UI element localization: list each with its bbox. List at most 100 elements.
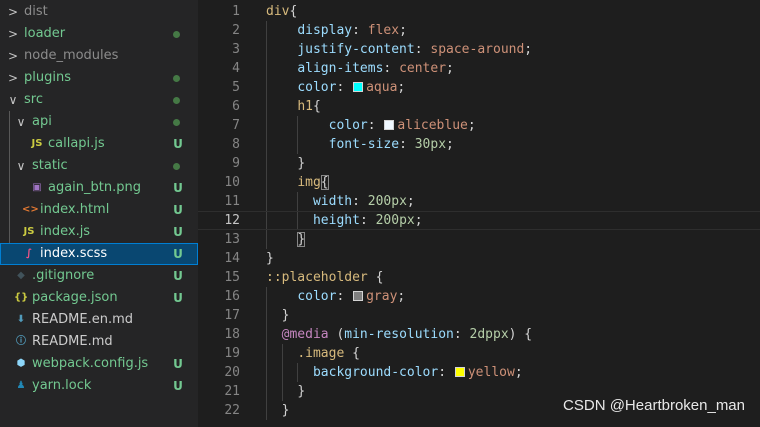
chevron-right-icon[interactable]: > [8, 1, 18, 23]
file-index-js[interactable]: JS index.js U [0, 221, 198, 243]
file--gitignore[interactable]: ◆ .gitignore U [0, 265, 198, 287]
git-untracked-badge: U [173, 225, 183, 239]
git-untracked-badge: U [173, 291, 183, 305]
code-token: ; [399, 23, 407, 38]
code-token: .image [297, 346, 345, 361]
code-token: center [399, 61, 447, 76]
file-again-btn-png[interactable]: ▣ again_btn.png U [0, 177, 198, 199]
code-token: @media [281, 327, 329, 342]
code-token: h1 [297, 99, 313, 114]
tree-item-label: index.js [40, 224, 91, 239]
code-line[interactable]: 16 color: gray; [198, 287, 760, 306]
code-token: ; [397, 289, 406, 304]
code-token: } [281, 403, 290, 418]
file-yarn-lock[interactable]: ♟ yarn.lock U [0, 375, 198, 397]
code-line[interactable]: 20 background-color: yellow; [198, 363, 760, 382]
code-line[interactable]: 1 div{ [198, 2, 760, 21]
file-webpack-config-js[interactable]: ⬢ webpack.config.js U [0, 353, 198, 375]
chevron-right-icon[interactable]: > [8, 23, 18, 45]
git-file-icon: ◆ [17, 270, 25, 281]
git-untracked-badge: U [173, 269, 183, 283]
code-text: img{ [266, 173, 329, 192]
webpack-file-icon: ⬢ [16, 358, 26, 369]
code-line[interactable]: 17 } [198, 306, 760, 325]
code-line[interactable]: 3 justify-content: space-around; [198, 40, 760, 59]
folder-api[interactable]: ∨ api [0, 111, 198, 133]
code-line[interactable]: 11 width: 200px; [198, 192, 760, 211]
git-untracked-badge: U [173, 247, 183, 261]
file-callapi-js[interactable]: JS callapi.js U [0, 133, 198, 155]
code-token: 2dppx [469, 327, 509, 342]
line-number: 15 [224, 270, 240, 285]
code-line[interactable]: 2 display: flex; [198, 21, 760, 40]
code-line[interactable]: 15::placeholder { [198, 268, 760, 287]
folder-dist[interactable]: > dist [0, 1, 198, 23]
chevron-right-icon[interactable]: > [8, 45, 18, 67]
code-token: { [344, 346, 360, 361]
chevron-down-icon[interactable]: ∨ [16, 155, 26, 177]
code-token: ; [406, 194, 415, 209]
code-line[interactable]: 19 .image { [198, 344, 760, 363]
code-line[interactable]: 18 @media (min-resolution: 2dppx) { [198, 325, 760, 344]
code-token: ; [467, 118, 476, 133]
chevron-right-icon[interactable]: > [8, 67, 18, 89]
code-line[interactable]: 14} [198, 249, 760, 268]
line-number: 6 [232, 99, 240, 114]
code-text: justify-content: space-around; [266, 40, 532, 59]
file-readme-en-md[interactable]: ⬇ README.en.md [0, 309, 198, 331]
code-token: color [297, 80, 337, 95]
javascript-file-icon: JS [23, 226, 35, 237]
line-number: 16 [224, 289, 240, 304]
code-line[interactable]: 8 font-size: 30px; [198, 135, 760, 154]
code-line[interactable]: 7 color: aliceblue; [198, 116, 760, 135]
tree-item-label: README.md [32, 334, 113, 349]
folder-src[interactable]: ∨ src [0, 89, 198, 111]
code-editor[interactable]: 1 div{2 display: flex; 3 justify-content: … [198, 0, 760, 427]
code-line[interactable]: 9 } [198, 154, 760, 173]
tree-item-label: package.json [32, 290, 118, 305]
code-line[interactable]: 13 } [198, 230, 760, 249]
code-token: : [399, 137, 415, 152]
line-number: 5 [232, 80, 240, 95]
code-token: } [266, 251, 274, 266]
line-number: 4 [232, 61, 240, 76]
color-swatch-icon[interactable] [353, 82, 364, 92]
line-number: 1 [232, 4, 240, 19]
code-text: } [266, 306, 290, 325]
line-number: 13 [224, 232, 240, 247]
tree-item-label: .gitignore [32, 268, 95, 283]
code-line[interactable]: 6 h1{ [198, 97, 760, 116]
code-line[interactable]: 5 color: aqua; [198, 78, 760, 97]
code-line[interactable]: 4 align-items: center; [198, 59, 760, 78]
folder-static[interactable]: ∨ static [0, 155, 198, 177]
file-index-scss[interactable]: ∫ index.scss U [0, 243, 198, 265]
file-index-html[interactable]: <> index.html U [0, 199, 198, 221]
chevron-down-icon[interactable]: ∨ [16, 111, 26, 133]
chevron-down-icon[interactable]: ∨ [8, 89, 18, 111]
code-line[interactable]: 12 height: 200px; [198, 211, 760, 230]
color-swatch-icon[interactable] [384, 120, 395, 130]
code-line[interactable]: 10 img{ [198, 173, 760, 192]
code-text: .image { [266, 344, 360, 363]
color-swatch-icon[interactable] [454, 367, 465, 377]
file-package-json[interactable]: {} package.json U [0, 287, 198, 309]
code-token: flex [367, 23, 400, 38]
code-token: } [297, 156, 306, 171]
line-number: 21 [224, 384, 240, 399]
folder-plugins[interactable]: > plugins [0, 67, 198, 89]
code-token: ) { [508, 327, 533, 342]
folder-loader[interactable]: > loader [0, 23, 198, 45]
code-token: img [297, 175, 321, 190]
sass-file-icon: ∫ [25, 248, 33, 259]
folder-node-modules[interactable]: > node_modules [0, 45, 198, 67]
code-token: aqua [366, 80, 398, 95]
code-text: } [266, 401, 290, 420]
line-number: 11 [224, 194, 240, 209]
code-token: display [297, 23, 353, 38]
code-text: } [266, 382, 305, 401]
color-swatch-icon[interactable] [353, 291, 364, 301]
file-readme-md[interactable]: ⓘ README.md [0, 331, 198, 353]
code-text: @media (min-resolution: 2dppx) { [266, 325, 532, 344]
